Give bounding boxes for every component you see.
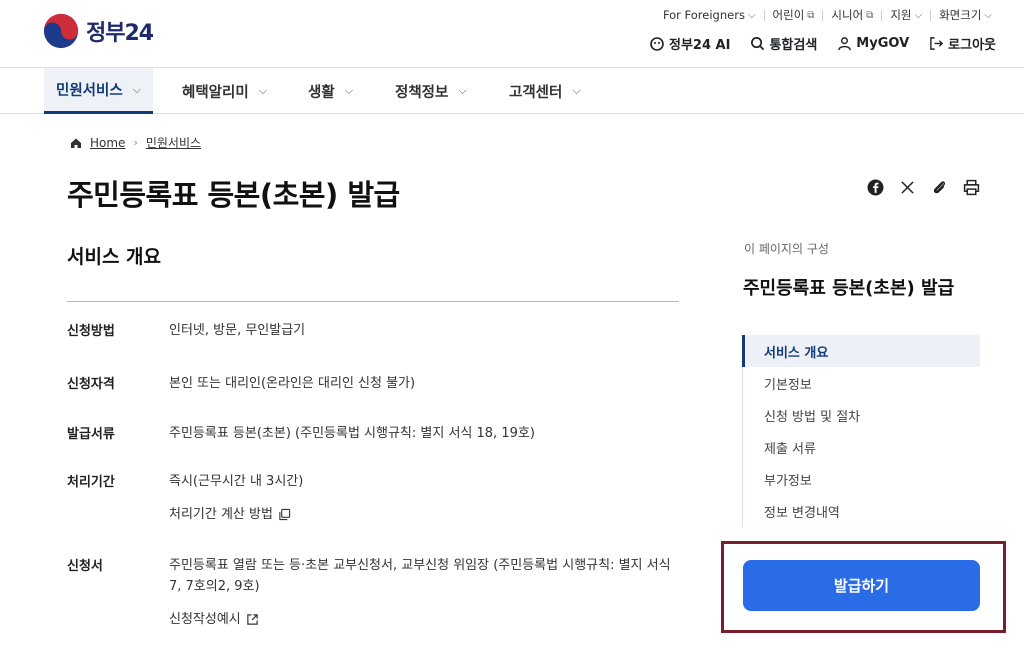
utility-menu: For Foreigners ⌵ 어린이 ⧉ 시니어 ⧉ 지원 ⌵ 화면크기 ⌵ bbox=[655, 7, 1000, 23]
external-link-icon: ⧉ bbox=[807, 9, 815, 21]
mygov-button[interactable]: MyGOV bbox=[837, 34, 909, 53]
processing-time-calc-link[interactable]: 처리기간 계산 방법 bbox=[169, 504, 679, 525]
breadcrumb-current[interactable]: 민원서비스 bbox=[146, 134, 201, 151]
nav-label: 정책정보 bbox=[395, 84, 449, 101]
chevron-down-icon: ⌵ bbox=[132, 82, 142, 96]
info-value: 즉시(근무시간 내 3시간) bbox=[169, 474, 304, 489]
info-label: 처리기간 bbox=[67, 475, 115, 490]
util-label: 화면크기 bbox=[939, 8, 982, 22]
info-value: 주민등록표 등본(초본) (주민등록법 시행규칙: 별지 서식 18, 19호) bbox=[169, 426, 535, 441]
form-example-link[interactable]: 신청작성예시 bbox=[169, 609, 679, 630]
toc-item-additional-info[interactable]: 부가정보 bbox=[743, 463, 980, 495]
nav-item-life[interactable]: 생활 ⌵ bbox=[308, 68, 353, 114]
toc-item-change-history[interactable]: 정보 변경내역 bbox=[743, 495, 980, 527]
util-children[interactable]: 어린이 ⧉ bbox=[765, 7, 823, 23]
util-senior[interactable]: 시니어 ⧉ bbox=[823, 7, 881, 23]
util-label: 어린이 bbox=[772, 8, 805, 22]
external-link-icon: ⧉ bbox=[866, 9, 874, 21]
chevron-down-icon: ⌵ bbox=[984, 9, 992, 21]
chevron-down-icon: ⌵ bbox=[572, 84, 581, 97]
toc-list: 서비스 개요 기본정보 신청 방법 및 절차 제출 서류 부가정보 정보 변경내… bbox=[742, 335, 980, 527]
info-label: 신청서 bbox=[67, 559, 103, 574]
ai-icon bbox=[650, 36, 664, 51]
action-label: 정부24 AI bbox=[669, 38, 731, 53]
print-icon[interactable] bbox=[962, 178, 980, 196]
toc-item-basic-info[interactable]: 기본정보 bbox=[743, 367, 980, 399]
action-label: 로그아웃 bbox=[948, 38, 996, 53]
chevron-down-icon: ⌵ bbox=[258, 84, 268, 97]
util-label: For Foreigners bbox=[662, 8, 745, 22]
breadcrumb: Home › 민원서비스 bbox=[70, 134, 201, 151]
page-title: 주민등록표 등본(초본) 발급 bbox=[67, 178, 400, 212]
breadcrumb-home[interactable]: Home bbox=[90, 136, 125, 150]
page: 정부24 For Foreigners ⌵ 어린이 ⧉ 시니어 ⧉ 지원 ⌵ 화… bbox=[0, 0, 1024, 649]
info-value: 주민등록표 열람 또는 등·초본 교부신청서, 교부신청 위임장 (주민등록법 … bbox=[169, 558, 671, 594]
logo-text: 정부24 bbox=[86, 21, 154, 46]
external-link-icon bbox=[247, 614, 258, 625]
nav-label: 생활 bbox=[308, 84, 335, 101]
nav-item-customer-center[interactable]: 고객센터 ⌵ bbox=[509, 68, 581, 114]
logout-button[interactable]: 로그아웃 bbox=[929, 34, 996, 53]
nav-item-benefit-alarm[interactable]: 혜택알리미 ⌵ bbox=[182, 68, 267, 114]
toc-item-apply-procedure[interactable]: 신청 방법 및 절차 bbox=[743, 399, 980, 431]
info-label: 신청자격 bbox=[67, 377, 115, 392]
info-value: 본인 또는 대리인(온라인은 대리인 신청 불가) bbox=[169, 376, 416, 391]
nav-item-civil-service[interactable]: 민원서비스 ⌵ bbox=[44, 68, 154, 114]
popup-window-icon bbox=[279, 508, 291, 521]
chevron-right-icon: › bbox=[133, 136, 138, 149]
header-actions: 정부24 AI 통합검색 MyGOV 로그아웃 bbox=[649, 34, 996, 53]
search-icon bbox=[751, 37, 765, 51]
info-value-group: 즉시(근무시간 내 3시간) 처리기간 계산 방법 bbox=[169, 471, 679, 525]
util-font-size[interactable]: 화면크기 ⌵ bbox=[931, 7, 1000, 23]
gov24-ai-button[interactable]: 정부24 AI bbox=[649, 34, 730, 53]
user-icon bbox=[838, 37, 852, 51]
integrated-search-button[interactable]: 통합검색 bbox=[750, 34, 817, 53]
nav-label: 민원서비스 bbox=[56, 83, 123, 99]
chevron-down-icon: ⌵ bbox=[914, 9, 923, 21]
link-label: 신청작성예시 bbox=[169, 612, 241, 627]
chevron-down-icon: ⌵ bbox=[344, 84, 354, 97]
logo[interactable]: 정부24 bbox=[42, 12, 154, 50]
toc-item-service-overview[interactable]: 서비스 개요 bbox=[742, 335, 980, 367]
util-support[interactable]: 지원 ⌵ bbox=[882, 7, 930, 23]
toc-caption: 이 페이지의 구성 bbox=[744, 242, 829, 256]
util-for-foreigners[interactable]: For Foreigners ⌵ bbox=[655, 8, 764, 22]
issue-button[interactable]: 발급하기 bbox=[743, 560, 980, 611]
main-nav: 민원서비스 ⌵ 혜택알리미 ⌵ 생활 ⌵ 정책정보 ⌵ 고객센터 ⌵ bbox=[0, 68, 1024, 114]
logout-icon bbox=[930, 37, 944, 50]
action-label: MyGOV bbox=[856, 36, 910, 51]
info-value-group: 주민등록표 열람 또는 등·초본 교부신청서, 교부신청 위임장 (주민등록법 … bbox=[169, 555, 679, 630]
section-title: 서비스 개요 bbox=[67, 246, 162, 268]
link-label: 처리기간 계산 방법 bbox=[169, 507, 273, 522]
toc-title: 주민등록표 등본(초본) 발급 bbox=[743, 278, 955, 299]
facebook-icon[interactable] bbox=[866, 178, 884, 196]
action-label: 통합검색 bbox=[769, 38, 818, 53]
nav-label: 고객센터 bbox=[509, 84, 563, 101]
nav-item-policy-info[interactable]: 정책정보 ⌵ bbox=[395, 68, 467, 114]
util-label: 지원 bbox=[890, 8, 912, 22]
home-icon bbox=[71, 138, 81, 148]
util-label: 시니어 bbox=[831, 8, 864, 22]
section-divider bbox=[67, 301, 679, 302]
chevron-down-icon: ⌵ bbox=[747, 9, 756, 21]
x-twitter-icon[interactable] bbox=[898, 178, 916, 196]
share-tools bbox=[866, 178, 980, 196]
header: 정부24 For Foreigners ⌵ 어린이 ⧉ 시니어 ⧉ 지원 ⌵ 화… bbox=[0, 0, 1024, 68]
info-value: 인터넷, 방문, 무인발급기 bbox=[169, 323, 306, 338]
info-label: 발급서류 bbox=[67, 427, 115, 442]
chevron-down-icon: ⌵ bbox=[458, 84, 467, 97]
taegeuk-logo-icon bbox=[43, 13, 79, 49]
toc-item-submit-documents[interactable]: 제출 서류 bbox=[743, 431, 980, 463]
link-clip-icon[interactable] bbox=[930, 178, 948, 196]
info-label: 신청방법 bbox=[67, 324, 115, 339]
nav-label: 혜택알리미 bbox=[182, 84, 249, 101]
